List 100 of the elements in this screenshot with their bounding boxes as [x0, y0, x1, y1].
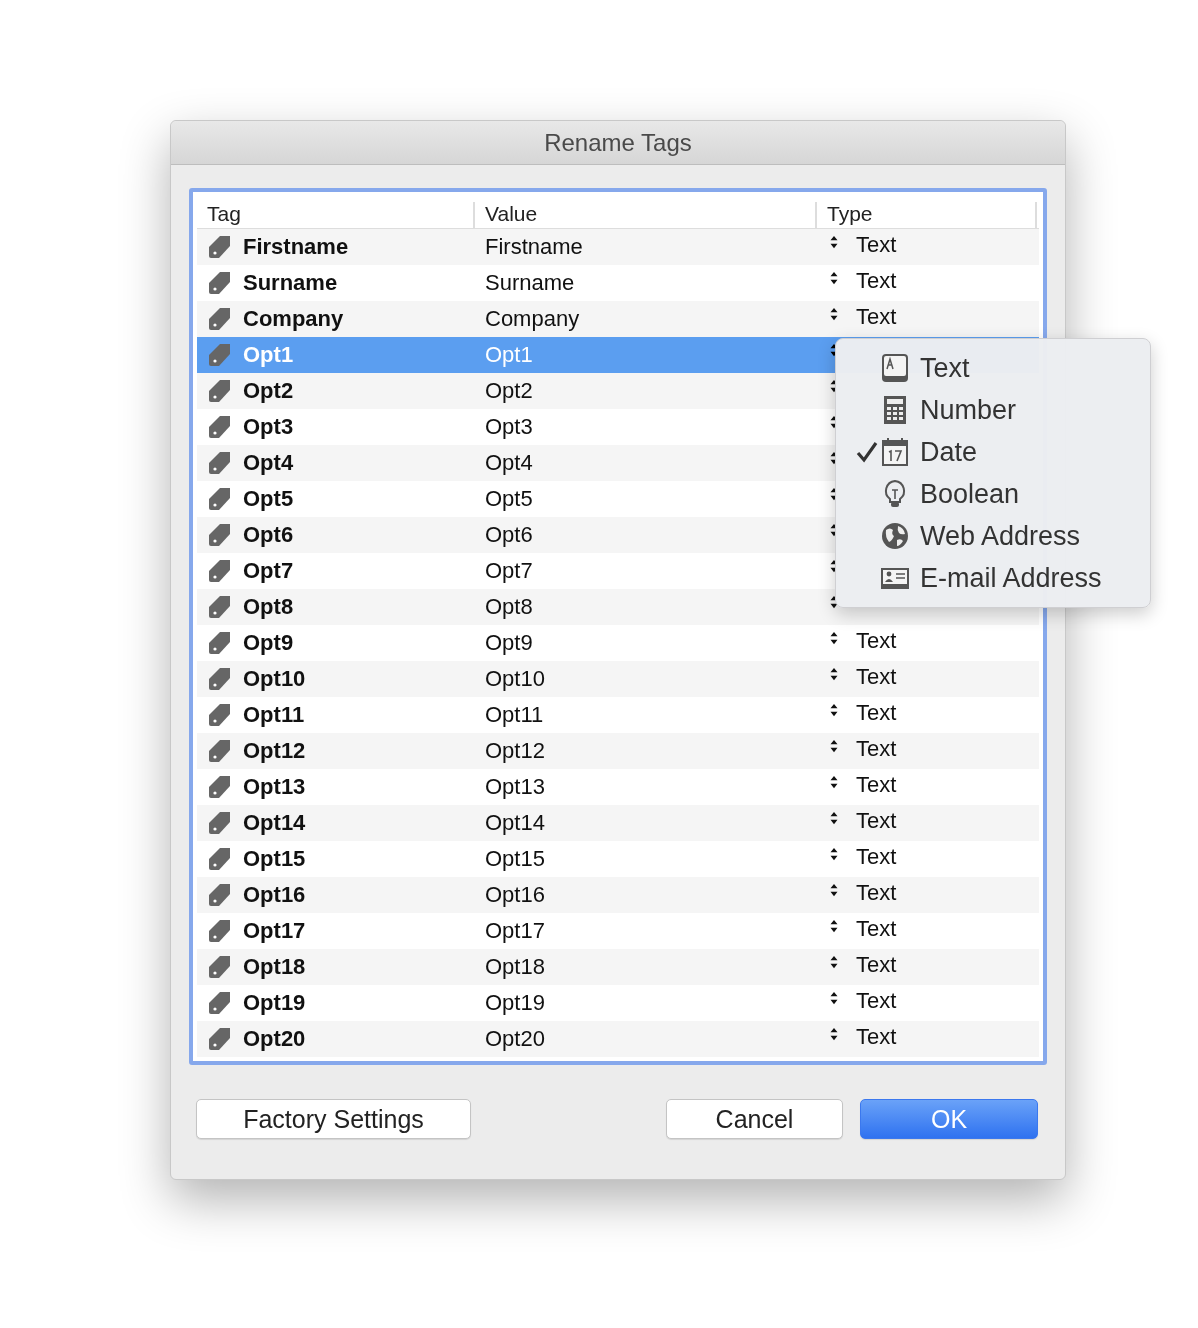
tag-name: Opt11: [243, 702, 305, 728]
tag-value: Opt18: [485, 954, 545, 980]
tag-value: Opt20: [485, 1026, 545, 1052]
tag-icon: [207, 702, 233, 728]
table-row[interactable]: Opt14 Opt14 Text: [197, 805, 1039, 841]
tag-value: Opt17: [485, 918, 545, 944]
tag-value: Opt12: [485, 738, 545, 764]
stepper-icon[interactable]: [829, 811, 839, 825]
tag-value: Opt13: [485, 774, 545, 800]
tag-icon: [207, 594, 233, 620]
tag-name: Opt14: [243, 810, 306, 836]
tag-icon: [207, 954, 233, 980]
tag-name: Opt13: [243, 774, 306, 800]
type-value[interactable]: Text: [856, 880, 897, 906]
tag-icon: [207, 630, 233, 656]
stepper-icon[interactable]: [829, 847, 839, 861]
tag-value: Surname: [485, 270, 575, 296]
tag-name: Opt5: [243, 486, 294, 512]
tag-value: Opt15: [485, 846, 545, 872]
keycap-icon: [880, 353, 910, 383]
table-row[interactable]: Opt20 Opt20 Text: [197, 1021, 1039, 1057]
type-value[interactable]: Text: [856, 1024, 897, 1050]
stepper-icon[interactable]: [829, 307, 839, 321]
globe-icon: [880, 521, 910, 551]
type-value[interactable]: Text: [856, 808, 897, 834]
tag-icon: [207, 738, 233, 764]
type-value[interactable]: Text: [856, 736, 897, 762]
stepper-icon[interactable]: [829, 595, 839, 609]
tag-icon: [207, 234, 233, 260]
stepper-icon[interactable]: [829, 703, 839, 717]
tag-icon: [207, 450, 233, 476]
calendar-icon: [880, 437, 910, 467]
tag-name: Opt15: [243, 846, 306, 872]
tag-icon: [207, 846, 233, 872]
tag-value: Opt19: [485, 990, 545, 1016]
tag-name: Opt16: [243, 882, 306, 908]
tag-name: Opt19: [243, 990, 306, 1016]
stepper-icon[interactable]: [829, 739, 839, 753]
tag-icon: [207, 486, 233, 512]
stepper-icon[interactable]: [829, 775, 839, 789]
tag-icon: [207, 666, 233, 692]
type-value[interactable]: Text: [856, 772, 897, 798]
tag-icon: [207, 306, 233, 332]
tag-value: Company: [485, 306, 580, 332]
tag-icon: [207, 270, 233, 296]
type-value[interactable]: Text: [856, 952, 897, 978]
tag-icon: [207, 774, 233, 800]
tag-name: Opt20: [243, 1026, 306, 1052]
type-value[interactable]: Text: [856, 664, 897, 690]
stepper-icon[interactable]: [829, 1027, 839, 1041]
stepper-icon[interactable]: [829, 667, 839, 681]
tag-name: Opt18: [243, 954, 306, 980]
table-row[interactable]: Opt12 Opt12 Text: [197, 733, 1039, 769]
stepper-icon[interactable]: [829, 919, 839, 933]
tag-icon: [207, 414, 233, 440]
tag-value: Opt6: [485, 522, 533, 548]
stepper-icon[interactable]: [829, 631, 839, 645]
stepper-icon[interactable]: [829, 883, 839, 897]
type-value[interactable]: Text: [856, 304, 897, 330]
tag-name: Opt2: [243, 378, 294, 404]
tag-icon: [207, 522, 233, 548]
tag-value: Opt16: [485, 882, 545, 908]
table-row[interactable]: Company Company Text: [197, 301, 1039, 337]
table-row[interactable]: Firstname Firstname Text: [197, 229, 1039, 265]
tag-icon: [207, 882, 233, 908]
tag-name: Opt4: [243, 450, 294, 476]
type-value[interactable]: Text: [856, 232, 897, 258]
tag-name: Opt3: [243, 414, 294, 440]
tag-value: Firstname: [485, 234, 583, 260]
tag-icon: [207, 1026, 233, 1052]
tag-icon: [207, 378, 233, 404]
tag-name: Company: [243, 306, 344, 332]
tag-value: Opt8: [485, 594, 533, 620]
type-value[interactable]: Text: [856, 700, 897, 726]
type-value[interactable]: Text: [856, 628, 897, 654]
stepper-icon[interactable]: [829, 271, 839, 285]
tag-value: Opt11: [485, 702, 544, 728]
tag-name: Opt12: [243, 738, 306, 764]
tag-value: Opt10: [485, 666, 545, 692]
tag-value: Opt14: [485, 810, 545, 836]
type-value[interactable]: Text: [856, 916, 897, 942]
type-value[interactable]: Text: [856, 988, 897, 1014]
tag-name: Opt1: [243, 342, 294, 368]
table-row[interactable]: Opt16 Opt16 Text: [197, 877, 1039, 913]
stepper-icon[interactable]: [829, 955, 839, 969]
table-row[interactable]: Opt10 Opt10 Text: [197, 661, 1039, 697]
type-value[interactable]: Text: [856, 268, 897, 294]
tag-icon: [207, 918, 233, 944]
table-row[interactable]: Opt18 Opt18 Text: [197, 949, 1039, 985]
tag-name: Surname: [243, 270, 338, 296]
tag-name: Firstname: [243, 234, 349, 260]
dialog-button[interactable]: Cancel: [666, 1099, 843, 1139]
window-title: Rename Tags: [544, 128, 692, 157]
type-value[interactable]: Text: [856, 844, 897, 870]
tag-value: Opt3: [485, 414, 533, 440]
stepper-icon[interactable]: [829, 991, 839, 1005]
stepper-icon[interactable]: [829, 235, 839, 249]
dialog-button[interactable]: Factory Settings: [196, 1099, 471, 1139]
tag-icon: [207, 990, 233, 1016]
tag-name: Opt8: [243, 594, 294, 620]
